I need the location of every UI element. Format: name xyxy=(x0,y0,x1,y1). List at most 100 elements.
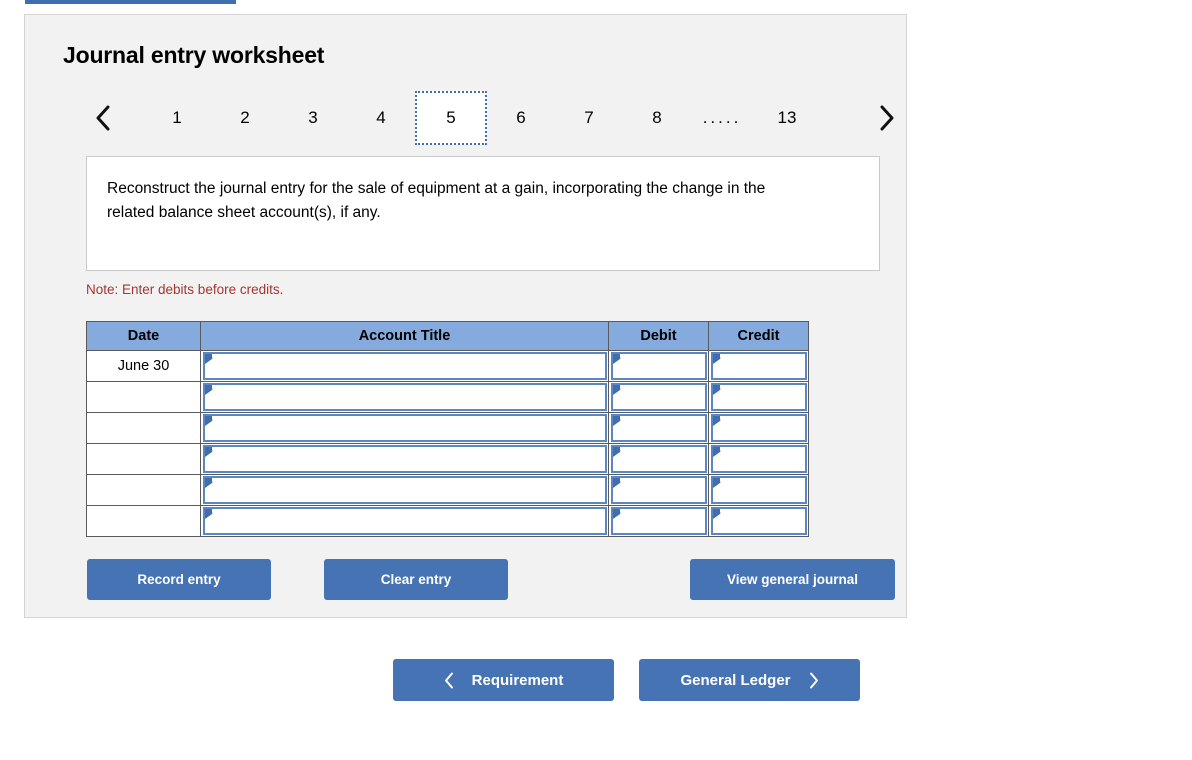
dropdown-marker-icon xyxy=(713,509,721,519)
credit-input[interactable] xyxy=(711,352,807,380)
credit-input[interactable] xyxy=(711,476,807,504)
record-entry-button[interactable]: Record entry xyxy=(87,559,271,600)
requirement-nav-button[interactable]: Requirement xyxy=(393,659,614,701)
pager-tab-2[interactable]: 2 xyxy=(211,91,279,145)
account-title-input-cell xyxy=(200,381,609,413)
journal-entry-table: Date Account Title Debit Credit June 30 xyxy=(86,321,809,537)
general-ledger-nav-label: General Ledger xyxy=(680,671,791,689)
page-root: Journal entry worksheet 1 2 3 4 5 6 7 8..... 13 … xyxy=(0,0,1192,760)
general-ledger-nav-button[interactable]: General Ledger xyxy=(639,659,860,701)
date-cell[interactable] xyxy=(86,443,201,475)
pager-tab-1[interactable]: 1 xyxy=(143,91,211,145)
dropdown-marker-icon xyxy=(613,385,621,395)
debit-input-cell xyxy=(608,505,709,537)
debit-input[interactable] xyxy=(611,445,707,473)
date-cell[interactable] xyxy=(86,474,201,506)
cell-wrapper xyxy=(201,413,608,443)
chevron-left-icon xyxy=(444,672,454,689)
debit-input[interactable] xyxy=(611,352,707,380)
date-cell[interactable] xyxy=(86,505,201,537)
credit-input[interactable] xyxy=(711,445,807,473)
dropdown-marker-icon xyxy=(613,416,621,426)
account-title-input-cell xyxy=(200,350,609,382)
column-header-credit: Credit xyxy=(708,321,809,351)
column-header-account-title: Account Title xyxy=(200,321,609,351)
pager-tab-3[interactable]: 3 xyxy=(279,91,347,145)
debit-input[interactable] xyxy=(611,383,707,411)
dropdown-marker-icon xyxy=(205,478,213,488)
credit-input[interactable] xyxy=(711,383,807,411)
dropdown-marker-icon xyxy=(205,416,213,426)
account-title-input[interactable] xyxy=(203,507,607,535)
account-title-input[interactable] xyxy=(203,352,607,380)
account-title-input[interactable] xyxy=(203,383,607,411)
pager-tab-ellipsis: ..... xyxy=(702,108,742,127)
pager-tab-4[interactable]: 4 xyxy=(347,91,415,145)
view-general-journal-button[interactable]: View general journal xyxy=(690,559,895,600)
cell-wrapper xyxy=(201,444,608,474)
chevron-right-icon xyxy=(880,105,894,131)
worksheet-pager: 1 2 3 4 5 6 7 8..... 13 xyxy=(55,91,894,145)
cell-wrapper xyxy=(709,413,808,443)
instruction-box: Reconstruct the journal entry for the sa… xyxy=(86,156,880,271)
account-title-input-cell xyxy=(200,443,609,475)
chevron-right-icon xyxy=(809,672,819,689)
credit-input[interactable] xyxy=(711,507,807,535)
account-title-input[interactable] xyxy=(203,476,607,504)
account-title-input[interactable] xyxy=(203,445,607,473)
clear-entry-button[interactable]: Clear entry xyxy=(324,559,508,600)
journal-entry-panel: Journal entry worksheet 1 2 3 4 5 6 7 8..... 13 … xyxy=(24,14,907,618)
pager-tab-8[interactable]: 8 xyxy=(623,91,691,145)
debit-input[interactable] xyxy=(611,414,707,442)
debit-input-cell xyxy=(608,412,709,444)
cell-wrapper xyxy=(709,475,808,505)
credit-input[interactable] xyxy=(711,414,807,442)
pager-next-button[interactable] xyxy=(867,91,907,145)
pager-tab-13[interactable]: 13 xyxy=(753,91,821,145)
dropdown-marker-icon xyxy=(613,478,621,488)
chevron-left-icon xyxy=(96,105,110,131)
cell-wrapper xyxy=(709,382,808,412)
credit-input-cell xyxy=(708,505,809,537)
pager-tab-7[interactable]: 7 xyxy=(555,91,623,145)
column-header-debit: Debit xyxy=(608,321,709,351)
debit-input-cell xyxy=(608,350,709,382)
debit-input-cell xyxy=(608,443,709,475)
credit-input-cell xyxy=(708,350,809,382)
pager-tab-5[interactable]: 5 xyxy=(415,91,487,145)
cell-wrapper xyxy=(609,506,708,536)
date-cell[interactable]: June 30 xyxy=(86,350,201,382)
debit-input-cell xyxy=(608,381,709,413)
pager-prev-button[interactable] xyxy=(83,91,123,145)
table-row xyxy=(86,474,809,506)
debit-input[interactable] xyxy=(611,476,707,504)
dropdown-marker-icon xyxy=(613,447,621,457)
pager-tab-6[interactable]: 6 xyxy=(487,91,555,145)
cell-wrapper xyxy=(709,444,808,474)
credit-input-cell xyxy=(708,474,809,506)
dropdown-marker-icon xyxy=(205,509,213,519)
cell-wrapper xyxy=(201,506,608,536)
cell-wrapper xyxy=(609,351,708,381)
dropdown-marker-icon xyxy=(613,354,621,364)
dropdown-marker-icon xyxy=(713,385,721,395)
dropdown-marker-icon xyxy=(205,354,213,364)
table-row xyxy=(86,505,809,537)
cell-wrapper xyxy=(709,506,808,536)
date-cell[interactable] xyxy=(86,412,201,444)
table-row xyxy=(86,381,809,413)
dropdown-marker-icon xyxy=(713,416,721,426)
cell-wrapper xyxy=(609,382,708,412)
debits-before-credits-note: Note: Enter debits before credits. xyxy=(86,282,284,297)
debit-input[interactable] xyxy=(611,507,707,535)
journal-entry-table-body: June 30 xyxy=(86,350,809,537)
table-row xyxy=(86,443,809,475)
account-title-input[interactable] xyxy=(203,414,607,442)
cell-wrapper xyxy=(201,351,608,381)
requirement-nav-label: Requirement xyxy=(471,671,564,689)
credit-input-cell xyxy=(708,381,809,413)
date-cell[interactable] xyxy=(86,381,201,413)
debit-input-cell xyxy=(608,474,709,506)
account-title-input-cell xyxy=(200,474,609,506)
top-progress-bar xyxy=(25,0,236,4)
